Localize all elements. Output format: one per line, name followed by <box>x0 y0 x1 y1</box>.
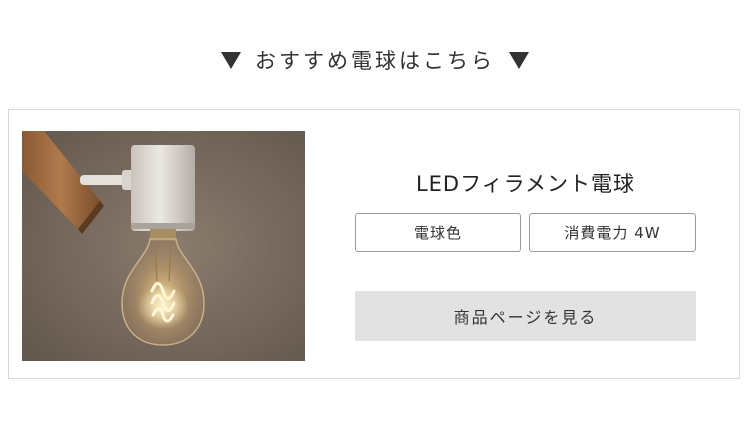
tag-color-temperature: 電球色 <box>355 213 521 252</box>
tag-power-consumption: 消費電力 4W <box>529 213 696 252</box>
triangle-down-icon <box>221 51 241 69</box>
product-card: LEDフィラメント電球 電球色 消費電力 4W 商品ページを見る <box>8 109 740 379</box>
triangle-down-icon <box>509 51 529 69</box>
section-heading: おすすめ電球はこちら <box>0 40 750 80</box>
product-image <box>22 131 305 361</box>
product-name: LEDフィラメント電球 <box>415 172 636 196</box>
section-heading-text: おすすめ電球はこちら <box>255 49 495 73</box>
view-product-page-button[interactable]: 商品ページを見る <box>355 291 696 341</box>
